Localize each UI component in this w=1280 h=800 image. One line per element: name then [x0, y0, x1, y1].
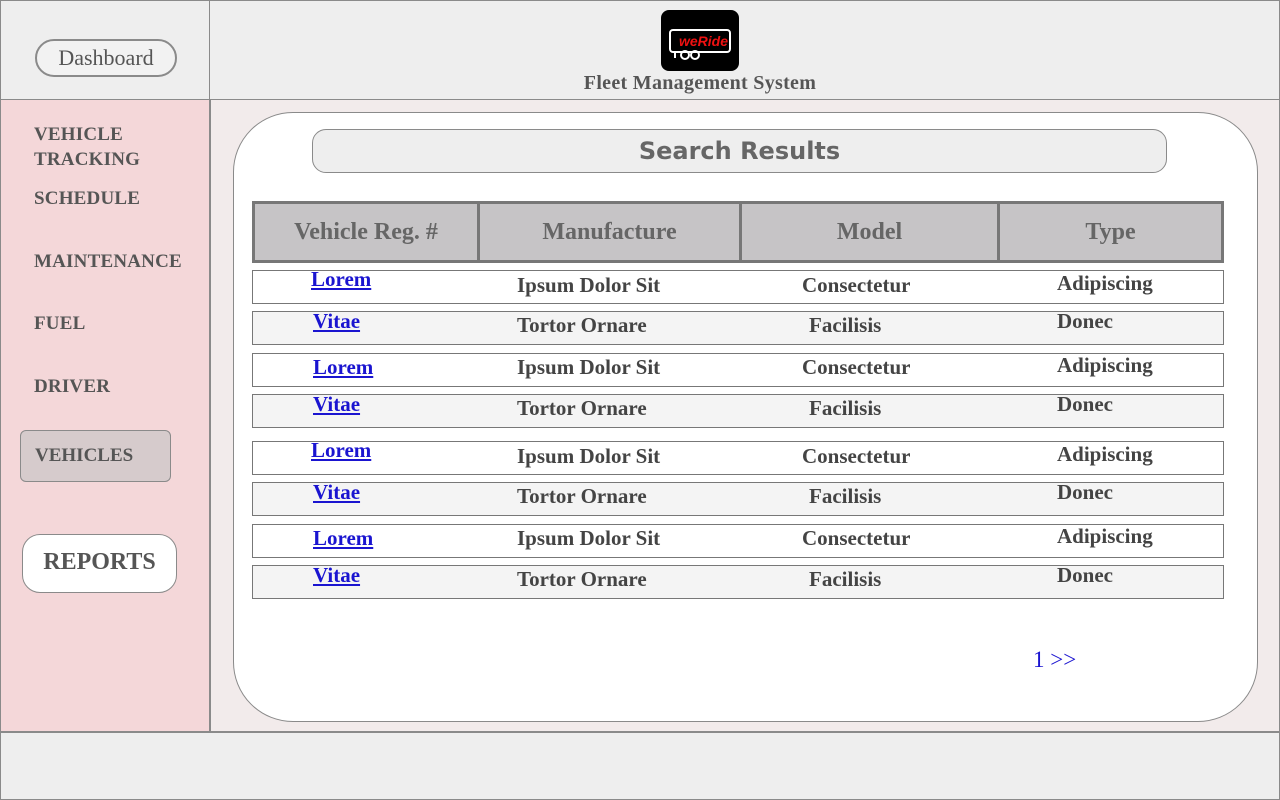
vehicle-reg-link[interactable]: Vitae [313, 392, 360, 417]
vehicle-reg-link[interactable]: Lorem [311, 267, 371, 292]
cell-model: Facilisis [809, 484, 882, 508]
vehicle-reg-link[interactable]: Lorem [311, 438, 371, 463]
footer [0, 731, 1280, 800]
sidebar-item-vehicle-tracking[interactable]: VEHICLE TRACKING [34, 122, 140, 172]
pagination: 1 >> [1033, 647, 1076, 673]
vehicle-reg-link[interactable]: Vitae [313, 480, 360, 505]
cell-manufacture: Tortor Ornare [517, 313, 647, 337]
app-header: weRide Fleet Management System [210, 0, 1280, 100]
cell-model: Consectetur [802, 273, 911, 297]
table-row[interactable]: Lorem Ipsum Dolor Sit Consectetur Adipiscin… [252, 267, 1224, 304]
sidebar-item-vehicles[interactable]: VEHICLES [20, 430, 171, 482]
table-row[interactable]: Lorem Ipsum Dolor Sit Consectetur Adipiscin… [252, 438, 1224, 475]
next-page-link[interactable]: >> [1050, 647, 1076, 672]
cell-model: Consectetur [802, 355, 911, 379]
cell-type: Donec [1057, 563, 1113, 587]
cell-manufacture: Ipsum Dolor Sit [517, 273, 661, 297]
results-panel: Search Results Vehicle Reg. # Manufactur… [233, 112, 1258, 722]
svg-text:weRide: weRide [679, 33, 728, 49]
sidebar-item-driver[interactable]: DRIVER [34, 376, 110, 398]
cell-model: Consectetur [802, 444, 911, 468]
cell-type: Adipiscing [1057, 442, 1153, 466]
weride-logo: weRide [661, 10, 739, 71]
table-row[interactable]: Lorem Ipsum Dolor Sit Consectetur Adipiscin… [252, 353, 1224, 387]
table-row[interactable]: Vitae Tortor Ornare Facilisis Donec [252, 480, 1224, 516]
cell-type: Adipiscing [1057, 353, 1153, 377]
cell-type: Donec [1057, 309, 1113, 333]
table-row[interactable]: Lorem Ipsum Dolor Sit Consectetur Adipiscin… [252, 524, 1224, 558]
column-header-manufacture[interactable]: Manufacture [480, 204, 742, 260]
sidebar-item-maintenance[interactable]: MAINTENANCE [34, 251, 182, 273]
search-results-title: Search Results [312, 129, 1167, 173]
reports-button[interactable]: REPORTS [22, 534, 177, 593]
cell-type: Donec [1057, 480, 1113, 504]
cell-model: Facilisis [809, 313, 882, 337]
cell-manufacture: Tortor Ornare [517, 567, 647, 591]
cell-manufacture: Ipsum Dolor Sit [517, 444, 661, 468]
truck-logo-icon: weRide [669, 29, 731, 60]
cell-model: Consectetur [802, 526, 911, 550]
vehicle-reg-link[interactable]: Lorem [313, 355, 373, 380]
table-header: Vehicle Reg. # Manufacture Model Type [252, 201, 1224, 263]
cell-type: Adipiscing [1057, 271, 1153, 295]
cell-manufacture: Tortor Ornare [517, 484, 647, 508]
vehicle-reg-link[interactable]: Lorem [313, 526, 373, 551]
column-header-vehicle-reg[interactable]: Vehicle Reg. # [255, 204, 480, 260]
cell-manufacture: Ipsum Dolor Sit [517, 526, 661, 550]
dashboard-button[interactable]: Dashboard [35, 39, 177, 77]
sidebar: VEHICLE TRACKING SCHEDULE MAINTENANCE FU… [0, 99, 211, 733]
dashboard-area: Dashboard [0, 0, 211, 100]
cell-type: Donec [1057, 392, 1113, 416]
app-title: Fleet Management System [583, 72, 817, 94]
cell-model: Facilisis [809, 567, 882, 591]
page-number[interactable]: 1 [1033, 647, 1045, 672]
main-content: Search Results Vehicle Reg. # Manufactur… [211, 99, 1280, 733]
cell-model: Facilisis [809, 396, 882, 420]
column-header-model[interactable]: Model [742, 204, 1000, 260]
table-row[interactable]: Vitae Tortor Ornare Facilisis Donec [252, 563, 1224, 599]
column-header-type[interactable]: Type [1000, 204, 1221, 260]
vehicle-reg-link[interactable]: Vitae [313, 563, 360, 588]
sidebar-item-fuel[interactable]: FUEL [34, 313, 85, 335]
table-row[interactable]: Vitae Tortor Ornare Facilisis Donec [252, 309, 1224, 345]
cell-type: Adipiscing [1057, 524, 1153, 548]
sidebar-item-schedule[interactable]: SCHEDULE [34, 188, 140, 210]
vehicle-reg-link[interactable]: Vitae [313, 309, 360, 334]
cell-manufacture: Tortor Ornare [517, 396, 647, 420]
table-row[interactable]: Vitae Tortor Ornare Facilisis Donec [252, 392, 1224, 428]
cell-manufacture: Ipsum Dolor Sit [517, 355, 661, 379]
